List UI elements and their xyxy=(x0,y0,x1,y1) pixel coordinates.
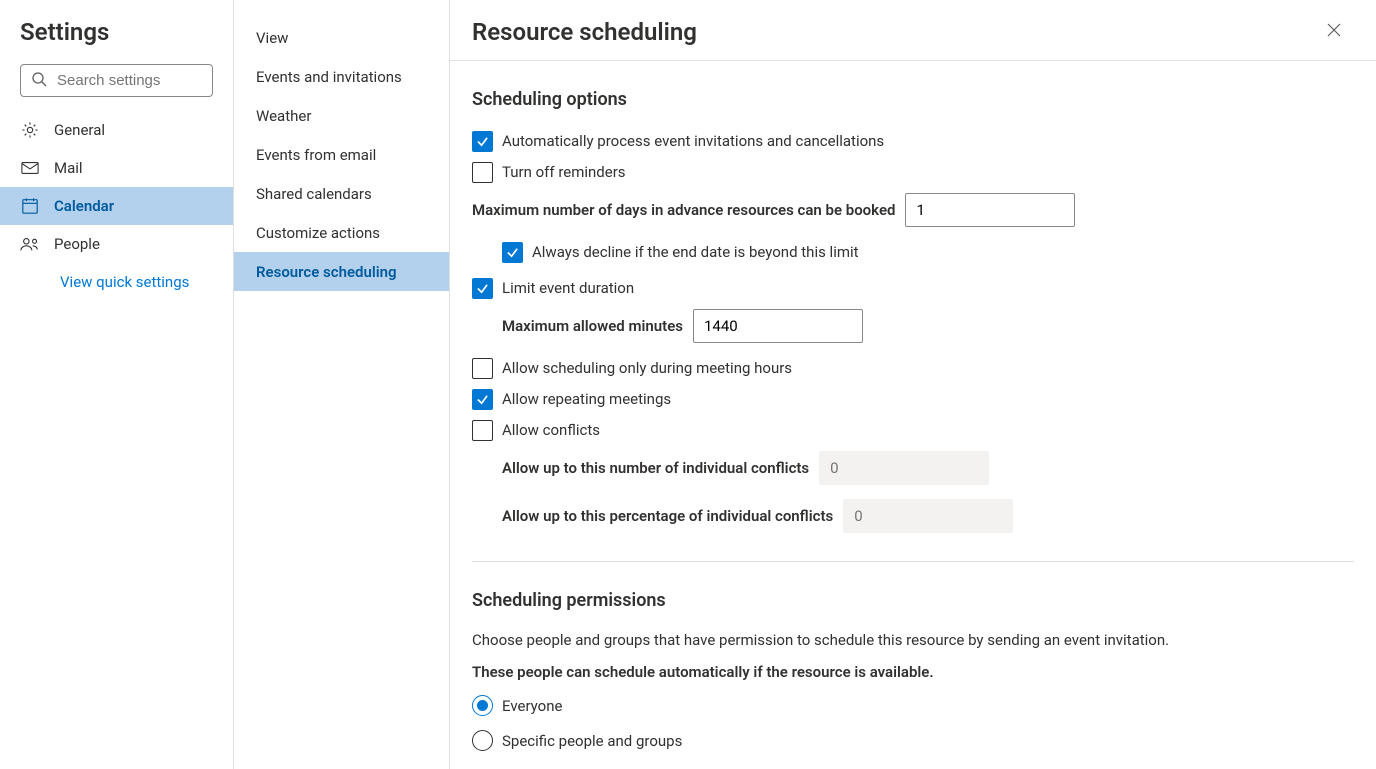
settings-sidebar: Settings General xyxy=(0,0,234,769)
nav-item-general[interactable]: General xyxy=(0,111,233,149)
nav-label: Calendar xyxy=(54,197,114,215)
label-conflict-count: Allow up to this number of individual co… xyxy=(502,459,809,477)
checkbox-always-decline[interactable] xyxy=(502,242,523,263)
label-turn-off-reminders: Turn off reminders xyxy=(502,163,626,181)
nav-label: People xyxy=(54,235,100,253)
nav-item-mail[interactable]: Mail xyxy=(0,149,233,187)
gear-icon xyxy=(20,121,40,139)
label-limit-duration: Limit event duration xyxy=(502,279,634,297)
subnav-view[interactable]: View xyxy=(234,18,449,57)
checkbox-limit-duration[interactable] xyxy=(472,278,493,299)
checkbox-allow-repeating[interactable] xyxy=(472,389,493,410)
close-icon xyxy=(1327,23,1341,41)
close-button[interactable] xyxy=(1322,20,1346,44)
label-specific: Specific people and groups xyxy=(502,732,682,750)
panel-body[interactable]: Scheduling options Automatically process… xyxy=(450,61,1376,769)
subnav-weather[interactable]: Weather xyxy=(234,96,449,135)
input-conflict-pct xyxy=(843,499,1013,533)
search-input[interactable] xyxy=(55,71,202,90)
label-auto-process: Automatically process event invitations … xyxy=(502,132,884,150)
checkbox-turn-off-reminders[interactable] xyxy=(472,162,493,183)
nav-label: General xyxy=(54,121,105,139)
label-allow-repeating: Allow repeating meetings xyxy=(502,390,671,408)
panel-title: Resource scheduling xyxy=(472,18,697,46)
section-title-scheduling-permissions: Scheduling permissions xyxy=(472,590,1354,611)
label-conflict-pct: Allow up to this percentage of individua… xyxy=(502,507,833,525)
subnav-events-from-email[interactable]: Events from email xyxy=(234,135,449,174)
permissions-description: Choose people and groups that have permi… xyxy=(472,631,1354,649)
mail-icon xyxy=(20,161,40,175)
input-conflict-count xyxy=(819,451,989,485)
label-meeting-hours: Allow scheduling only during meeting hou… xyxy=(502,359,792,377)
settings-title: Settings xyxy=(0,18,233,64)
search-box[interactable] xyxy=(20,64,213,97)
label-max-days: Maximum number of days in advance resour… xyxy=(472,201,895,219)
label-everyone: Everyone xyxy=(502,697,562,715)
view-quick-settings-link[interactable]: View quick settings xyxy=(0,263,233,291)
subnav-resource-scheduling[interactable]: Resource scheduling xyxy=(234,252,449,291)
section-title-scheduling-options: Scheduling options xyxy=(472,89,1354,110)
radio-specific[interactable] xyxy=(472,730,493,751)
checkbox-allow-conflicts[interactable] xyxy=(472,420,493,441)
label-max-minutes: Maximum allowed minutes xyxy=(502,317,683,335)
radio-everyone[interactable] xyxy=(472,695,493,716)
subnav-events-invitations[interactable]: Events and invitations xyxy=(234,57,449,96)
input-max-days[interactable] xyxy=(905,193,1075,227)
subnav-sidebar: View Events and invitations Weather Even… xyxy=(234,0,450,769)
subnav-shared-calendars[interactable]: Shared calendars xyxy=(234,174,449,213)
checkbox-auto-process[interactable] xyxy=(472,131,493,152)
checkbox-meeting-hours[interactable] xyxy=(472,358,493,379)
input-max-minutes[interactable] xyxy=(693,309,863,343)
people-icon xyxy=(20,236,40,252)
subnav-customize-actions[interactable]: Customize actions xyxy=(234,213,449,252)
label-allow-conflicts: Allow conflicts xyxy=(502,421,600,439)
section-divider xyxy=(472,561,1354,562)
calendar-icon xyxy=(20,197,40,215)
nav-item-people[interactable]: People xyxy=(0,225,233,263)
permissions-auto-description: These people can schedule automatically … xyxy=(472,663,1354,681)
label-always-decline: Always decline if the end date is beyond… xyxy=(532,243,859,261)
main-panel: Resource scheduling Scheduling options A… xyxy=(450,0,1376,769)
nav-item-calendar[interactable]: Calendar xyxy=(0,187,233,225)
nav-label: Mail xyxy=(54,159,83,177)
search-icon xyxy=(31,71,47,91)
